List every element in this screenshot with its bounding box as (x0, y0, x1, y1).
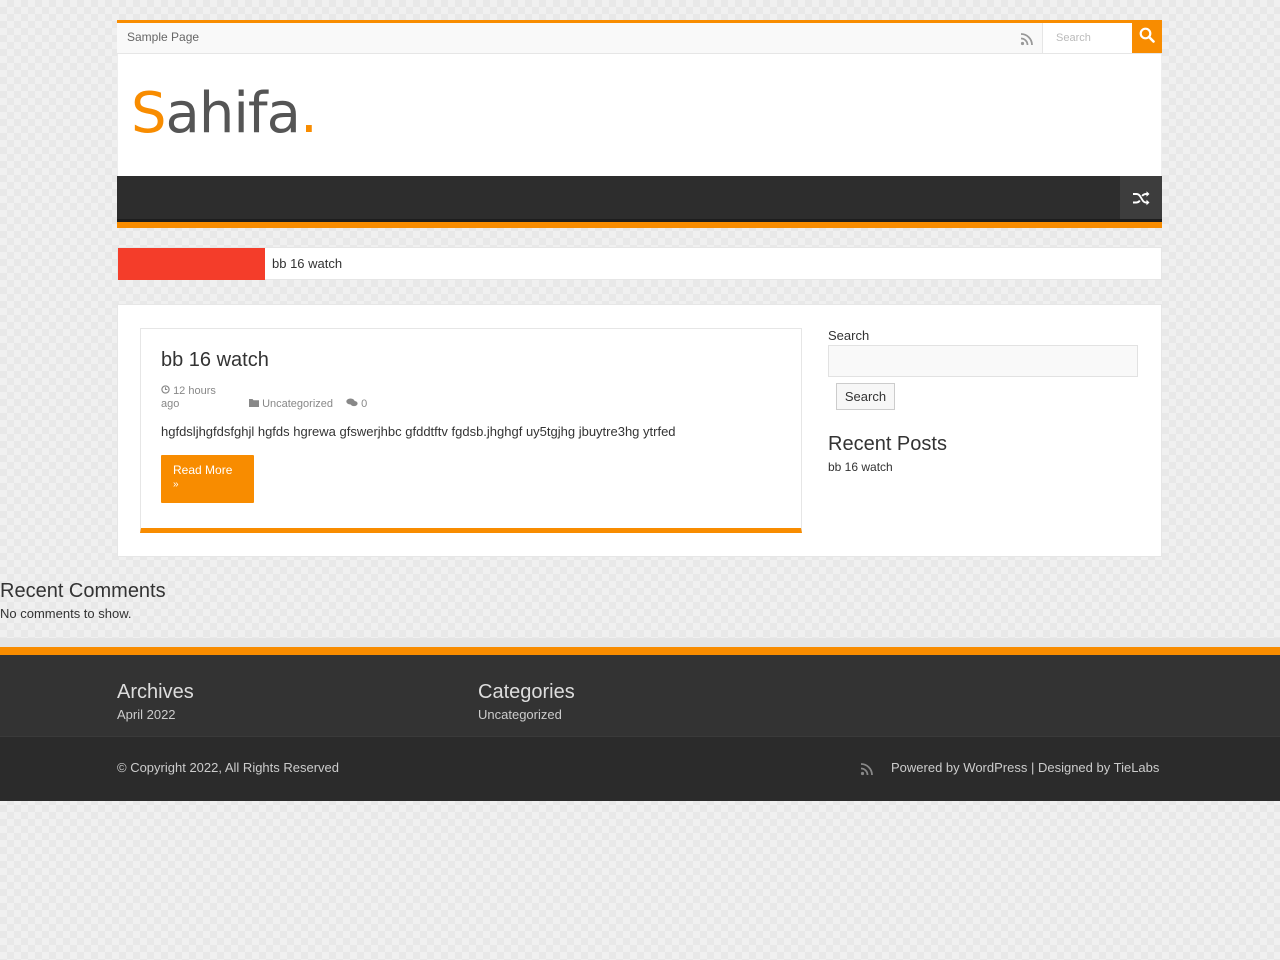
archives-item[interactable]: April 2022 (117, 707, 176, 722)
random-shuffle-icon (1132, 190, 1150, 209)
read-more-label: Read More (173, 463, 233, 477)
powered-prefix: Powered by (891, 760, 960, 775)
post-card: bb 16 watch 12 hours ago Uncategorized 0… (140, 328, 802, 533)
tielabs-link[interactable]: TieLabs (1114, 760, 1160, 775)
categories-title: Categories (478, 681, 575, 703)
breaking-news-item[interactable]: bb 16 watch (272, 256, 342, 271)
read-more-arrow: » (173, 479, 179, 490)
post-excerpt: hgfdsljhgfdsfghjl hgfds hgrewa gfswerjhb… (161, 424, 676, 439)
comments-icon (346, 398, 358, 410)
breaking-news-bar: bb 16 watch (117, 247, 1162, 280)
search-icon (1139, 27, 1155, 46)
breaking-news-label (118, 248, 265, 280)
post-category: Uncategorized (249, 398, 333, 410)
post-comments: 0 (346, 398, 367, 410)
post-title[interactable]: bb 16 watch (161, 349, 269, 372)
top-bar: Sample Page (117, 20, 1162, 54)
sidebar-search-input[interactable] (828, 345, 1138, 377)
logo-first-letter: S (131, 81, 167, 146)
sidebar-search-button[interactable]: Search (836, 383, 895, 410)
categories-item[interactable]: Uncategorized (478, 707, 562, 722)
top-search-box (1042, 23, 1132, 53)
top-search-button[interactable] (1132, 20, 1162, 53)
logo-dot: . (299, 81, 318, 146)
folder-icon (249, 398, 259, 410)
footer-bottom: © Copyright 2022, All Rights Reserved Po… (0, 736, 1280, 801)
clock-icon (161, 385, 170, 397)
recent-post-item[interactable]: bb 16 watch (828, 460, 893, 474)
sidebar-search-label: Search (828, 328, 870, 343)
topnav-item-sample-page[interactable]: Sample Page (127, 30, 199, 44)
post-comments-count[interactable]: 0 (361, 398, 367, 410)
main-navigation (117, 176, 1162, 228)
post-category-link[interactable]: Uncategorized (262, 398, 333, 410)
post-time: 12 hours ago (161, 385, 231, 411)
designed-by-text: | Designed by (1030, 760, 1111, 775)
recent-comments-empty: No comments to show. (0, 606, 132, 621)
rss-icon[interactable] (1020, 32, 1034, 46)
top-search-input[interactable] (1043, 23, 1132, 53)
rss-icon[interactable] (860, 762, 874, 776)
footer-divider (0, 638, 1280, 647)
footer-widgets: Archives April 2022 Categories Uncategor… (0, 647, 1280, 736)
post-time-text: 12 hours ago (161, 385, 216, 410)
powered-by: Powered by WordPress | Designed by TieLa… (891, 760, 1159, 775)
recent-comments-title: Recent Comments (0, 580, 166, 602)
wordpress-link[interactable]: WordPress (963, 760, 1027, 775)
read-more-button[interactable]: Read More » (161, 455, 254, 503)
site-logo[interactable]: Sahifa. (131, 81, 318, 146)
logo-text: ahifa (165, 81, 301, 146)
copyright-text: © Copyright 2022, All Rights Reserved (117, 760, 340, 775)
random-article-button[interactable] (1120, 176, 1162, 222)
site-header: Sahifa. (117, 54, 1162, 176)
recent-posts-title: Recent Posts (828, 433, 947, 455)
archives-title: Archives (117, 681, 194, 703)
